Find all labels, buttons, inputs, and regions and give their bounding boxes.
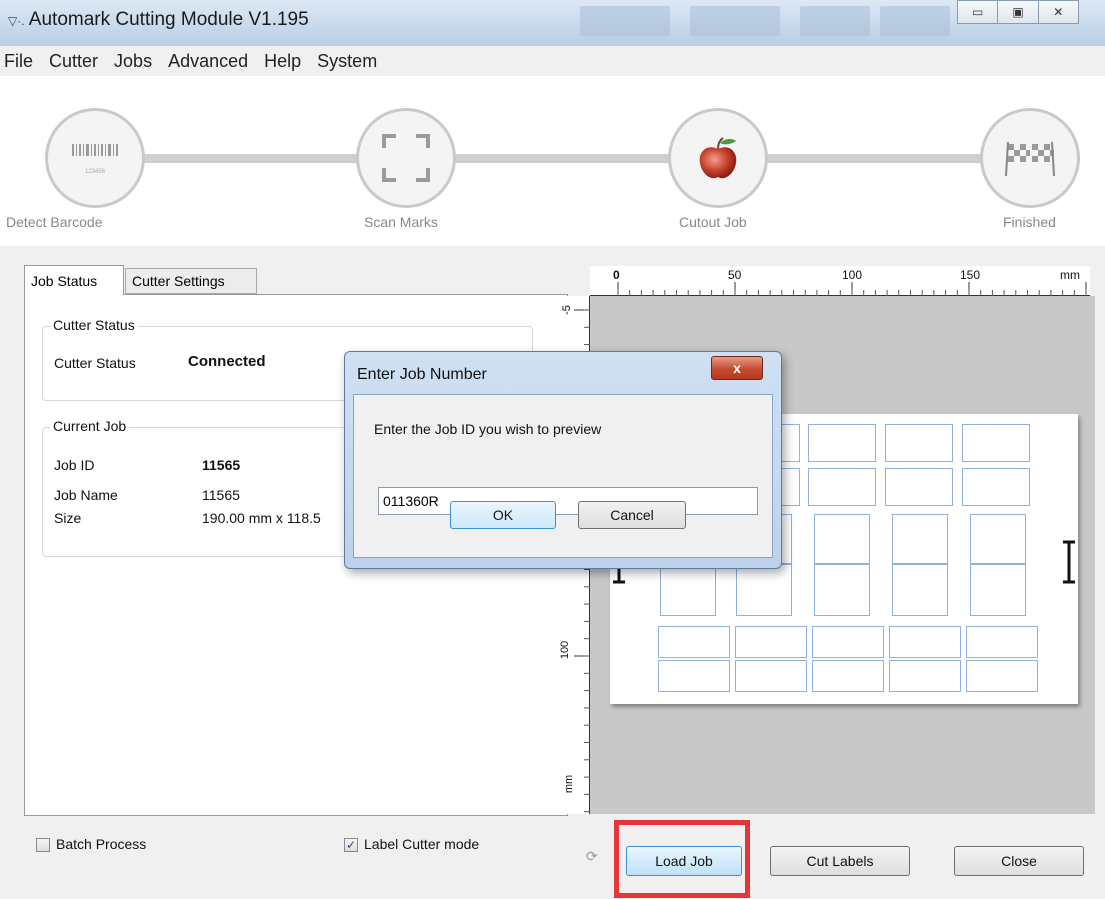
registration-mark-right <box>1063 540 1075 584</box>
step-label-scan-marks: Scan Marks <box>364 214 438 230</box>
barcode-digits: 123456 <box>84 168 106 175</box>
background-blur <box>690 6 780 36</box>
cutter-status-group-title: Cutter Status <box>50 317 138 333</box>
automark-icon: ▽·. <box>8 14 25 28</box>
step-connector <box>456 154 670 163</box>
step-label-cutout-job: Cutout Job <box>679 214 747 230</box>
step-connector <box>140 154 360 163</box>
size-label: Size <box>54 510 82 526</box>
maximize-icon[interactable]: ▣ <box>998 0 1039 24</box>
label-cutter-mode-checkbox[interactable]: ✓ <box>344 838 358 852</box>
cutter-status-label: Cutter Status <box>54 355 136 371</box>
label-shape <box>892 514 948 564</box>
ruler-left-unit: mm <box>563 774 576 794</box>
cutter-status-value: Connected <box>188 353 266 370</box>
apple-icon <box>699 137 737 179</box>
step-finished <box>980 108 1080 208</box>
title-bar: ▽·. Automark Cutting Module V1.195 ▭ ▣ ✕ <box>0 0 1105 46</box>
minimize-icon[interactable]: ▭ <box>957 0 999 24</box>
label-cutter-mode-label: Label Cutter mode <box>364 836 480 852</box>
label-shape <box>885 424 953 462</box>
background-blur <box>880 6 950 36</box>
step-detect-barcode: 123456 <box>45 108 145 208</box>
step-label-detect-barcode: Detect Barcode <box>6 214 103 230</box>
label-shape <box>966 660 1038 692</box>
job-id-value: 11565 <box>202 457 241 473</box>
scan-frame-icon <box>382 134 430 182</box>
enter-job-number-dialog: Enter Job Number x Enter the Job ID you … <box>344 351 782 569</box>
batch-process-label: Batch Process <box>56 836 147 852</box>
label-shape <box>814 564 870 616</box>
menu-cutter[interactable]: Cutter <box>41 51 106 72</box>
dialog-body: Enter the Job ID you wish to preview OK … <box>353 394 773 558</box>
job-name-value: 11565 <box>202 487 240 503</box>
label-shape <box>812 626 884 658</box>
tab-job-status[interactable]: Job Status <box>24 265 124 295</box>
ruler-top-unit: mm <box>1060 268 1080 282</box>
close-button[interactable]: Close <box>954 846 1084 876</box>
batch-process-checkbox[interactable] <box>36 838 50 852</box>
step-connector <box>768 154 982 163</box>
menu-file[interactable]: File <box>0 51 41 72</box>
step-label-finished: Finished <box>1003 214 1056 230</box>
window-title: ▽·. Automark Cutting Module V1.195 <box>8 9 309 30</box>
cancel-button[interactable]: Cancel <box>578 501 686 529</box>
dialog-title: Enter Job Number <box>357 366 487 383</box>
label-shape <box>735 626 807 658</box>
dialog-close-button[interactable]: x <box>711 356 763 380</box>
load-job-highlight <box>614 820 750 898</box>
ruler-left-tick-100: 100 <box>559 640 572 660</box>
background-blur <box>580 6 670 36</box>
label-shape <box>736 564 792 616</box>
background-blur <box>800 6 870 36</box>
menu-jobs[interactable]: Jobs <box>106 51 160 72</box>
job-id-input[interactable] <box>378 487 758 515</box>
job-name-label: Job Name <box>54 487 118 503</box>
label-shape <box>885 468 953 506</box>
label-shape <box>808 424 876 462</box>
label-shape <box>814 514 870 564</box>
ruler-top-tick-100: 100 <box>842 268 863 282</box>
ruler-top-tick-150: 150 <box>960 268 981 282</box>
size-value: 190.00 mm x 118.5 <box>202 510 321 526</box>
barcode-icon: 123456 <box>70 142 120 175</box>
label-shape <box>892 564 948 616</box>
menu-help[interactable]: Help <box>256 51 309 72</box>
close-icon: x <box>733 360 741 376</box>
ruler-left-tick-neg5: -5 <box>560 305 573 315</box>
menu-bar: File Cutter Jobs Advanced Help System <box>0 46 1105 76</box>
current-job-group-title: Current Job <box>50 418 130 434</box>
label-shape <box>962 468 1030 506</box>
label-shape <box>970 564 1026 616</box>
job-id-label: Job ID <box>54 457 95 473</box>
label-shape <box>735 660 807 692</box>
label-shape <box>658 626 730 658</box>
label-shape <box>966 626 1038 658</box>
label-shape <box>889 626 961 658</box>
tab-cutter-settings[interactable]: Cutter Settings <box>125 268 257 294</box>
window-controls: ▭ ▣ ✕ <box>957 0 1079 24</box>
step-scan-marks <box>356 108 456 208</box>
ok-button[interactable]: OK <box>450 501 556 529</box>
close-icon[interactable]: ✕ <box>1038 0 1079 24</box>
ruler-top-tick-0: 0 <box>613 268 620 282</box>
checkered-flags-icon <box>1005 141 1055 177</box>
menu-system[interactable]: System <box>309 51 385 72</box>
step-cutout-job <box>668 108 768 208</box>
label-shape <box>812 660 884 692</box>
dialog-prompt: Enter the Job ID you wish to preview <box>374 421 602 437</box>
ruler-top-tick-50: 50 <box>728 268 742 282</box>
menu-advanced[interactable]: Advanced <box>160 51 256 72</box>
label-shape <box>889 660 961 692</box>
label-shape <box>962 424 1030 462</box>
label-shape <box>660 564 716 616</box>
refresh-icon[interactable]: ⟳ <box>586 848 598 865</box>
ruler-top: 0 50 100 150 mm <box>590 266 1090 296</box>
cut-labels-button[interactable]: Cut Labels <box>770 846 910 876</box>
label-shape <box>658 660 730 692</box>
label-shape <box>808 468 876 506</box>
label-shape <box>970 514 1026 564</box>
